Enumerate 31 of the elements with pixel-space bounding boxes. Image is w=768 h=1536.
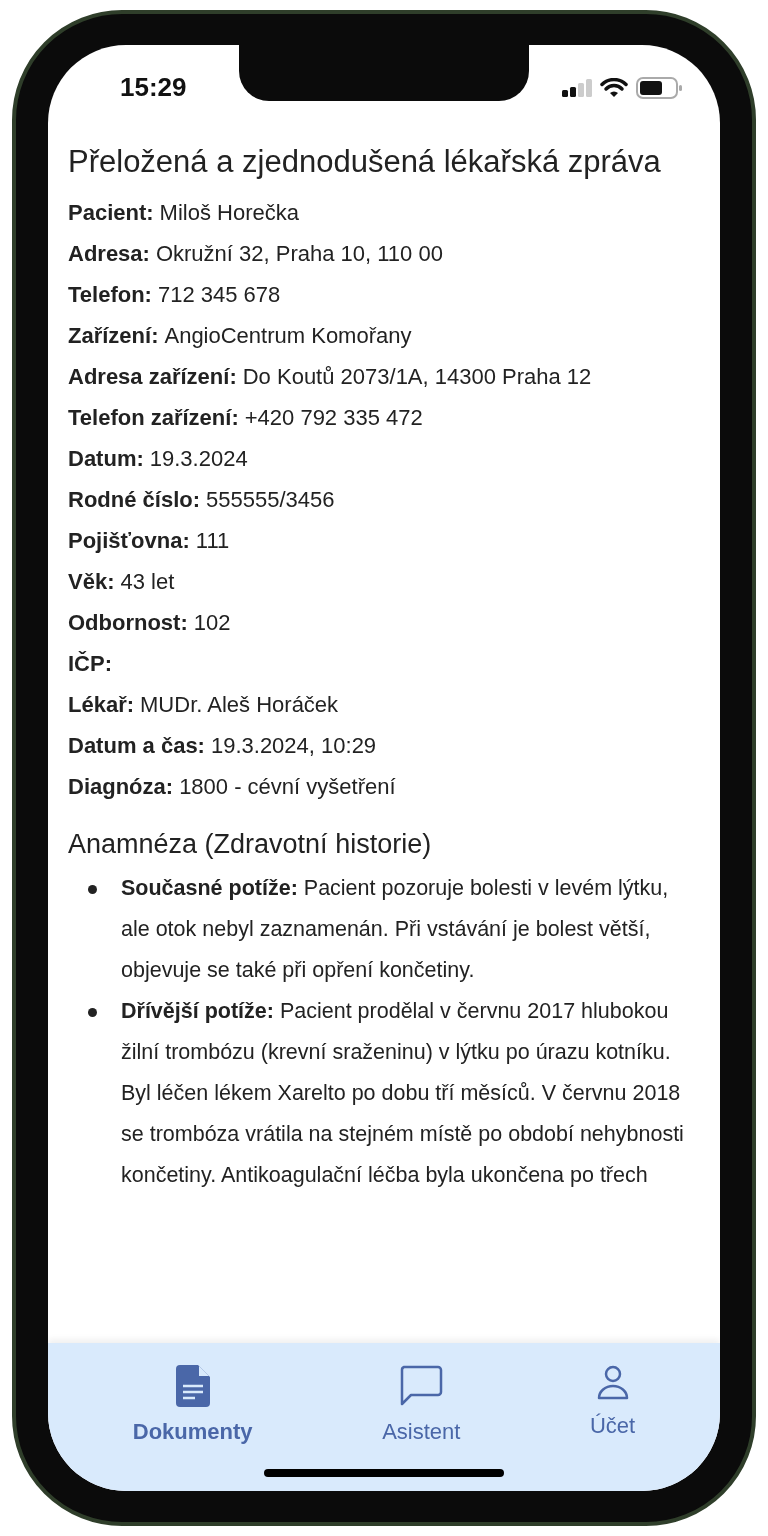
tab[interactable]: Asistent	[372, 1361, 471, 1449]
battery-icon	[636, 76, 682, 99]
field-row-text: Lékař: MUDr. Aleš Horáček	[68, 691, 340, 719]
wifi-icon	[600, 77, 628, 98]
field-row-text: Rodné číslo: 555555/3456	[68, 486, 336, 514]
chat-icon	[399, 1365, 444, 1407]
document-title: Přeložená a zjednodušená lékařská zpráva	[68, 143, 662, 181]
field-row-text: Pojišťovna: 111	[68, 527, 231, 555]
field-row-text: Datum: 19.3.2024	[68, 445, 249, 473]
bullet-icon	[88, 885, 97, 894]
section-heading: Anamnéza (Zdravotní historie)	[68, 829, 433, 860]
field-row-text: Telefon: 712 345 678	[68, 281, 282, 309]
field-row-text: Pacient: Miloš Horečka	[68, 199, 300, 227]
bullet-text: Dřívější potíže: Pacient prodělal v červnu 2017 hlubokou žilní trombózu (krevní sraženinu) v lýtku po úrazu kotníku. Byl léčen lékem Xarelto po dobu tří měsíců. V červnu 2018 se trombóza vrátila na stejném místě po období nehybnosti končetiny. Antikoagulační léčba byla ukončena po třech	[121, 998, 685, 1189]
field-row-text: Odbornost: 102	[68, 609, 232, 637]
person-icon	[595, 1365, 630, 1401]
field-row-text: Telefon zařízení: +420 792 335 472	[68, 404, 424, 432]
field-row-text: IČP:	[68, 650, 113, 678]
field-row-text: Adresa zařízení: Do Koutů 2073/1A, 14300 Praha 12	[68, 363, 593, 391]
field-row-text: Datum a čas: 19.3.2024, 10:29	[68, 732, 378, 760]
tab[interactable]: Účet	[579, 1361, 646, 1443]
tab[interactable]: Dokumenty	[122, 1361, 263, 1449]
document-icon	[175, 1365, 210, 1407]
status-time: 15:29	[120, 72, 187, 103]
field-row-text: Věk: 43 let	[68, 568, 176, 596]
field-row-text: Adresa: Okružní 32, Praha 10, 110 00	[68, 240, 444, 268]
bullet-text: Současné potíže: Pacient pozoruje bolesti v levém lýtku, ale otok nebyl zaznamenán. Při vstávání je bolest větší, objevuje se také při opření končetiny.	[121, 875, 670, 984]
signal-icon	[562, 77, 592, 98]
bullet-icon	[88, 1008, 97, 1017]
field-row-text: Zařízení: AngioCentrum Komořany	[68, 322, 413, 350]
field-row-text: Diagnóza: 1800 - cévní vyšetření	[68, 773, 397, 801]
